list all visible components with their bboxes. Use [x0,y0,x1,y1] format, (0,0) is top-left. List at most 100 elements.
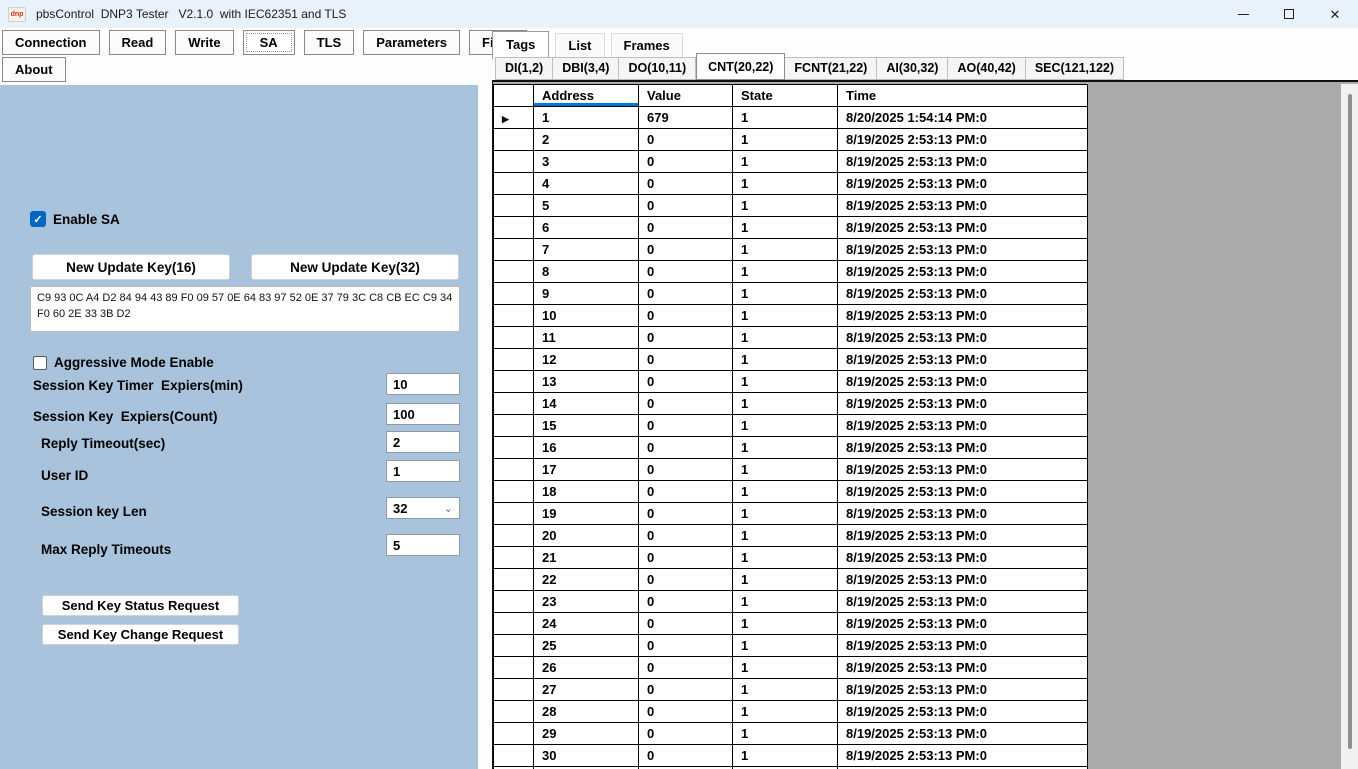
tab-dbi[interactable]: DBI(3,4) [553,57,619,80]
cell-time[interactable]: 8/19/2025 2:53:13 PM:0 [838,327,1088,349]
row-header-cell[interactable] [494,327,534,349]
cell-state[interactable]: 1 [733,195,838,217]
cell-time[interactable]: 8/19/2025 2:53:13 PM:0 [838,569,1088,591]
update-key-textbox[interactable]: C9 93 0C A4 D2 84 94 43 89 F0 09 57 0E 6… [30,286,460,332]
row-header-cell[interactable]: ▶ [494,107,534,129]
cell-state[interactable]: 1 [733,613,838,635]
cell-state[interactable]: 1 [733,217,838,239]
cell-value[interactable]: 0 [639,591,733,613]
cell-address[interactable]: 7 [534,239,639,261]
cell-time[interactable]: 8/19/2025 2:53:13 PM:0 [838,459,1088,481]
enable-sa-checkbox[interactable]: ✓ [30,211,46,227]
cell-address[interactable]: 29 [534,723,639,745]
cell-time[interactable]: 8/20/2025 1:54:14 PM:0 [838,107,1088,129]
cell-address[interactable]: 23 [534,591,639,613]
cell-time[interactable]: 8/19/2025 2:53:13 PM:0 [838,547,1088,569]
cell-state[interactable]: 1 [733,349,838,371]
cell-value[interactable]: 0 [639,173,733,195]
column-header-time[interactable]: Time [838,85,1088,107]
cell-state[interactable]: 1 [733,547,838,569]
cell-address[interactable]: 25 [534,635,639,657]
row-header-cell[interactable] [494,525,534,547]
row-header-cell[interactable] [494,701,534,723]
cell-address[interactable]: 9 [534,283,639,305]
cell-time[interactable]: 8/19/2025 2:53:13 PM:0 [838,723,1088,745]
row-header-cell[interactable] [494,415,534,437]
cell-value[interactable]: 0 [639,393,733,415]
cell-state[interactable]: 1 [733,657,838,679]
cell-address[interactable]: 21 [534,547,639,569]
cell-state[interactable]: 1 [733,173,838,195]
column-header-state[interactable]: State [733,85,838,107]
row-header-cell[interactable] [494,745,534,767]
row-header-cell[interactable] [494,657,534,679]
reply-timeout-input[interactable]: 2 [386,431,460,453]
cell-value[interactable]: 0 [639,437,733,459]
connection-button[interactable]: Connection [2,30,100,55]
cell-address[interactable]: 24 [534,613,639,635]
cell-state[interactable]: 1 [733,679,838,701]
cell-state[interactable]: 1 [733,371,838,393]
scrollbar-thumb[interactable] [1348,94,1352,749]
cell-state[interactable]: 1 [733,437,838,459]
read-button[interactable]: Read [109,30,167,55]
row-header-cell[interactable] [494,371,534,393]
row-header-cell[interactable] [494,393,534,415]
cell-time[interactable]: 8/19/2025 2:53:13 PM:0 [838,195,1088,217]
send-key-status-request-button[interactable]: Send Key Status Request [42,595,239,616]
cell-time[interactable]: 8/19/2025 2:53:13 PM:0 [838,261,1088,283]
cell-address[interactable]: 13 [534,371,639,393]
row-header-cell[interactable] [494,173,534,195]
cell-value[interactable]: 0 [639,415,733,437]
tab-do[interactable]: DO(10,11) [619,57,696,80]
cell-state[interactable]: 1 [733,283,838,305]
cell-state[interactable]: 1 [733,151,838,173]
new-update-key32-button[interactable]: New Update Key(32) [251,254,459,280]
tab-tags[interactable]: Tags [492,31,549,59]
cell-address[interactable]: 17 [534,459,639,481]
cell-address[interactable]: 12 [534,349,639,371]
cell-value[interactable]: 679 [639,107,733,129]
row-header-cell[interactable] [494,305,534,327]
cell-value[interactable]: 0 [639,349,733,371]
cell-value[interactable]: 0 [639,129,733,151]
column-header-address[interactable]: Address [534,85,639,107]
cell-time[interactable]: 8/19/2025 2:53:13 PM:0 [838,591,1088,613]
cell-value[interactable]: 0 [639,195,733,217]
cell-value[interactable]: 0 [639,613,733,635]
cell-time[interactable]: 8/19/2025 2:53:13 PM:0 [838,239,1088,261]
cell-state[interactable]: 1 [733,701,838,723]
cell-value[interactable]: 0 [639,569,733,591]
new-update-key16-button[interactable]: New Update Key(16) [32,254,230,280]
cell-address[interactable]: 11 [534,327,639,349]
row-header-cell[interactable] [494,481,534,503]
cell-state[interactable]: 1 [733,415,838,437]
row-header-cell[interactable] [494,547,534,569]
tab-di[interactable]: DI(1,2) [495,57,553,80]
column-header-value[interactable]: Value [639,85,733,107]
cell-value[interactable]: 0 [639,217,733,239]
cell-time[interactable]: 8/19/2025 2:53:13 PM:0 [838,151,1088,173]
row-header-cell[interactable] [494,459,534,481]
cell-address[interactable]: 3 [534,151,639,173]
cell-time[interactable]: 8/19/2025 2:53:13 PM:0 [838,393,1088,415]
cell-time[interactable]: 8/19/2025 2:53:13 PM:0 [838,679,1088,701]
cell-value[interactable]: 0 [639,701,733,723]
cell-state[interactable]: 1 [733,569,838,591]
cell-address[interactable]: 5 [534,195,639,217]
write-button[interactable]: Write [175,30,233,55]
cell-time[interactable]: 8/19/2025 2:53:13 PM:0 [838,635,1088,657]
cell-time[interactable]: 8/19/2025 2:53:13 PM:0 [838,503,1088,525]
cell-state[interactable]: 1 [733,745,838,767]
cell-address[interactable]: 8 [534,261,639,283]
cell-address[interactable]: 14 [534,393,639,415]
cell-time[interactable]: 8/19/2025 2:53:13 PM:0 [838,613,1088,635]
cell-value[interactable]: 0 [639,239,733,261]
cell-address[interactable]: 26 [534,657,639,679]
cell-address[interactable]: 16 [534,437,639,459]
cell-time[interactable]: 8/19/2025 2:53:13 PM:0 [838,283,1088,305]
tab-sec[interactable]: SEC(121,122) [1026,57,1124,80]
cell-state[interactable]: 1 [733,503,838,525]
cell-address[interactable]: 22 [534,569,639,591]
cell-time[interactable]: 8/19/2025 2:53:13 PM:0 [838,525,1088,547]
